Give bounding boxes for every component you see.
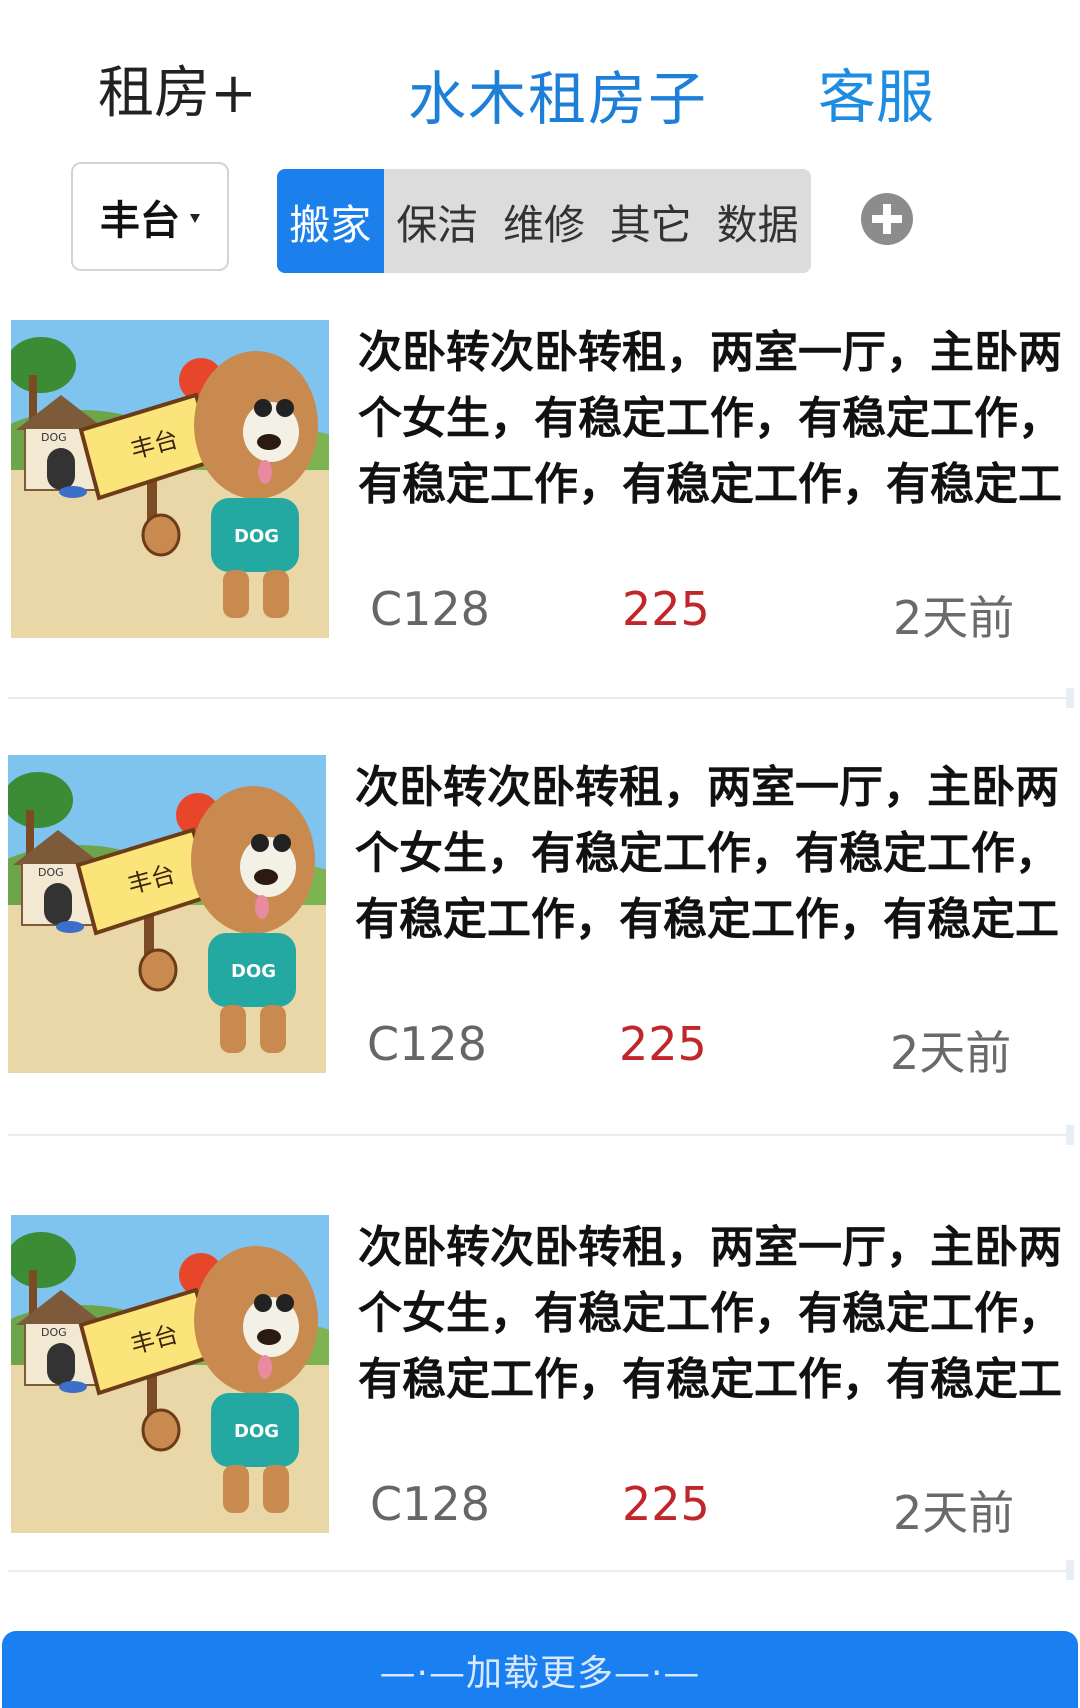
listing-code: C128 [370, 582, 490, 636]
shirt-text: DOG [231, 961, 276, 982]
app-title: 水木租房子 [408, 65, 709, 133]
listing-item[interactable]: 丰台 DOG DOG 次卧转次卧转租，两室一厅，主卧两个女生，有稳定工作，有稳定… [0, 1215, 1080, 1575]
listing-title: 次卧转次卧转租，两室一厅，主卧两个女生，有稳定工作，有稳定工作，有稳定工作，有稳… [355, 762, 1059, 945]
listing-thumbnail: 丰台 DOG DOG [11, 320, 329, 638]
tab-cleaning[interactable]: 保洁 [384, 169, 491, 273]
divider-marker [1066, 1560, 1074, 1580]
shirt-text: DOG [234, 526, 279, 547]
listing-time: 2天前 [893, 1486, 1015, 1540]
caret-down-icon [190, 214, 200, 223]
listing-code: C128 [370, 1477, 490, 1531]
listing-title: 次卧转次卧转租，两室一厅，主卧两个女生，有稳定工作，有稳定工作，有稳定工作，有稳… [358, 327, 1062, 510]
divider [8, 1134, 1074, 1136]
district-dropdown[interactable]: 丰台 [71, 162, 229, 271]
listing-price: 225 [622, 1477, 710, 1531]
service-tabs: 搬家 保洁 维修 其它 数据 [277, 169, 811, 273]
doghouse-text: DOG [41, 1326, 67, 1339]
rent-plus-link[interactable]: 租房+ [98, 48, 257, 129]
plus-circle-icon[interactable] [861, 193, 913, 245]
district-label: 丰台 [100, 197, 180, 244]
doghouse-text: DOG [41, 431, 67, 444]
listing-thumbnail: 丰台 DOG DOG [11, 1215, 329, 1533]
tab-moving[interactable]: 搬家 [277, 169, 384, 273]
listing-item[interactable]: 丰台 DOG DOG 次卧转次卧转租，两室一厅，主卧两个女生，有稳定工作，有稳定… [0, 320, 1080, 680]
listing-code: C128 [367, 1017, 487, 1071]
load-more-button[interactable]: —·—加载更多—·— [2, 1631, 1078, 1708]
divider [8, 697, 1074, 699]
doghouse-text: DOG [38, 866, 64, 879]
customer-service-link[interactable]: 客服 [818, 50, 934, 134]
divider-marker [1066, 688, 1074, 708]
tab-repair[interactable]: 维修 [491, 169, 598, 273]
divider-marker [1066, 1125, 1074, 1145]
shirt-text: DOG [234, 1421, 279, 1442]
divider [8, 1570, 1074, 1572]
listing-item[interactable]: 丰台 DOG DOG 次卧转次卧转租，两室一厅，主卧两个女生，有稳定工作，有稳定… [0, 755, 1080, 1115]
listing-title: 次卧转次卧转租，两室一厅，主卧两个女生，有稳定工作，有稳定工作，有稳定工作，有稳… [358, 1222, 1062, 1405]
listing-time: 2天前 [890, 1026, 1012, 1080]
listing-price: 225 [619, 1017, 707, 1071]
tab-data[interactable]: 数据 [704, 169, 811, 273]
listing-price: 225 [622, 582, 710, 636]
listing-thumbnail: 丰台 DOG DOG [8, 755, 326, 1073]
tab-other[interactable]: 其它 [597, 169, 704, 273]
listing-time: 2天前 [893, 591, 1015, 645]
